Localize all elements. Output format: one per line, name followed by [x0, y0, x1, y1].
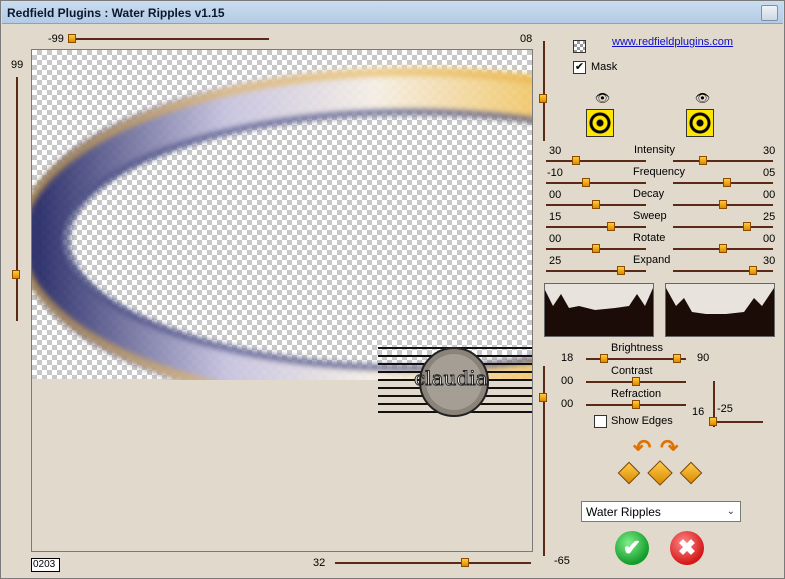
frequency-right-knob[interactable]: [723, 178, 731, 187]
brightness-left-knob[interactable]: [600, 354, 608, 363]
sweep-right-value: 25: [763, 211, 776, 223]
rotate-right-value: 00: [763, 233, 776, 245]
contrast-label: Contrast: [611, 365, 653, 377]
expand-left-value: 25: [549, 255, 562, 267]
rotate-left-value: 00: [549, 233, 562, 245]
decay-left-knob[interactable]: [592, 200, 600, 209]
frequency-label: Frequency: [633, 166, 685, 178]
preview-top-left-value: -99: [48, 33, 64, 45]
refraction-label: Refraction: [611, 388, 662, 400]
contrast-knob[interactable]: [632, 377, 640, 386]
title-bar: Redfield Plugins : Water Ripples v1.15: [2, 2, 783, 24]
preview-bottom-slider-track[interactable]: [335, 562, 531, 564]
offset-horizontal-track[interactable]: [713, 421, 763, 423]
sweep-left-track[interactable]: [546, 226, 646, 228]
show-edges-label: Show Edges: [611, 415, 673, 427]
preview-left-slider-track[interactable]: [16, 77, 18, 321]
preview-bottom-slider-knob[interactable]: [461, 558, 469, 567]
expand-right-track[interactable]: [673, 270, 773, 272]
intensity-left-knob[interactable]: [572, 156, 580, 165]
preview-top-right-value: 08: [520, 33, 533, 45]
left-pattern-swatch-icon[interactable]: [586, 109, 614, 137]
right-pattern-swatch-icon[interactable]: [686, 109, 714, 137]
eye-icon[interactable]: 👁: [695, 91, 710, 105]
cancel-button[interactable]: ✖: [670, 531, 704, 565]
preview-right-slider-knob[interactable]: [539, 94, 547, 103]
preview-right-slider-track[interactable]: [543, 41, 545, 141]
contrast-value: 00: [561, 375, 574, 387]
close-window-button[interactable]: [761, 5, 778, 21]
plugin-window: Redfield Plugins : Water Ripples v1.15 -…: [0, 0, 785, 579]
sweep-right-knob[interactable]: [743, 222, 751, 231]
sweep-left-value: 15: [549, 211, 562, 223]
refraction-knob[interactable]: [632, 400, 640, 409]
expand-left-track[interactable]: [546, 270, 646, 272]
undo-arrow-icon[interactable]: ↶: [633, 435, 651, 461]
decay-label: Decay: [633, 188, 665, 200]
brightness-left-value: 18: [561, 352, 574, 364]
brightness-right-knob[interactable]: [673, 354, 681, 363]
mask-label: Mask: [591, 61, 618, 73]
preset-selected-value: Water Ripples: [586, 505, 661, 519]
watermark-text: claudia: [414, 366, 489, 391]
frequency-left-track[interactable]: [546, 182, 646, 184]
offset-vertical-value: 16: [692, 406, 705, 418]
preview-canvas[interactable]: claudia: [31, 49, 533, 552]
preview-top-slider-knob[interactable]: [68, 34, 76, 43]
decay-left-value: 00: [549, 189, 562, 201]
intensity-label: Intensity: [634, 144, 675, 156]
random-dice-small-right-icon[interactable]: [679, 461, 703, 485]
intensity-right-value: 30: [763, 145, 776, 157]
intensity-left-value: 30: [549, 145, 562, 157]
random-dice-large-icon[interactable]: [647, 460, 673, 486]
coordinate-readout: 0203: [31, 558, 60, 572]
right-waveform-graph[interactable]: [665, 283, 775, 337]
preview-left-value: 99: [11, 59, 24, 71]
check-icon: ✔: [622, 535, 642, 560]
random-dice-small-left-icon[interactable]: [617, 461, 641, 485]
transparency-toggle-icon[interactable]: [573, 40, 586, 53]
show-edges-checkbox[interactable]: [594, 415, 607, 428]
frequency-right-value: 05: [763, 167, 776, 179]
frequency-left-knob[interactable]: [582, 178, 590, 187]
frequency-left-value: -10: [547, 167, 563, 179]
intensity-left-track[interactable]: [546, 160, 646, 162]
redo-arrow-icon[interactable]: ↷: [660, 435, 678, 461]
decay-right-value: 00: [763, 189, 776, 201]
offset-horizontal-value: -25: [717, 403, 733, 415]
eye-icon[interactable]: 👁: [595, 91, 610, 105]
rotate-label: Rotate: [633, 232, 666, 244]
rotate-right-knob[interactable]: [719, 244, 727, 253]
preview-bottom-value: 32: [313, 557, 326, 569]
brightness-label: Brightness: [611, 342, 663, 354]
sweep-left-knob[interactable]: [607, 222, 615, 231]
preset-select[interactable]: Water Ripples ⌄: [581, 501, 741, 522]
preview-left-slider-knob[interactable]: [12, 270, 20, 279]
sweep-label: Sweep: [633, 210, 667, 222]
watermark-logo: claudia: [378, 342, 532, 420]
offset-knob[interactable]: [709, 417, 717, 426]
rotate-left-knob[interactable]: [592, 244, 600, 253]
refraction-value: 00: [561, 398, 574, 410]
sweep-right-track[interactable]: [673, 226, 773, 228]
window-title: Redfield Plugins : Water Ripples v1.15: [7, 6, 225, 20]
website-link[interactable]: www.redfieldplugins.com: [612, 36, 733, 48]
preview-top-slider-track[interactable]: [69, 38, 269, 40]
expand-left-knob[interactable]: [617, 266, 625, 275]
brightness-right-value: 90: [697, 352, 710, 364]
intensity-right-knob[interactable]: [699, 156, 707, 165]
expand-label: Expand: [633, 254, 671, 266]
preview-bottom-right-value: -65: [554, 555, 570, 567]
expand-right-value: 30: [763, 255, 776, 267]
left-waveform-graph[interactable]: [544, 283, 654, 337]
ripple-preview-image: [32, 67, 532, 380]
mask-checkbox[interactable]: ✔: [573, 61, 586, 74]
preview-right-lower-slider-knob[interactable]: [539, 393, 547, 402]
expand-right-knob[interactable]: [749, 266, 757, 275]
decay-right-knob[interactable]: [719, 200, 727, 209]
chevron-down-icon: ⌄: [726, 506, 735, 517]
ok-button[interactable]: ✔: [615, 531, 649, 565]
intensity-right-track[interactable]: [673, 160, 773, 162]
close-icon: ✖: [677, 535, 697, 560]
